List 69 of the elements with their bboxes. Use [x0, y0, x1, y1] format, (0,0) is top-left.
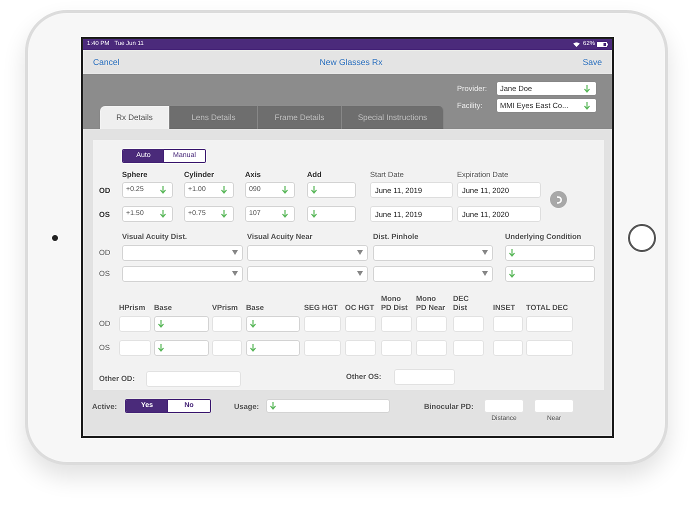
down-arrow-icon	[158, 344, 164, 352]
dropdown-triangle-icon	[357, 250, 363, 255]
dropdown-field[interactable]	[246, 340, 300, 356]
dropdown-field[interactable]	[266, 399, 390, 413]
dropdown-field[interactable]	[154, 340, 209, 356]
down-arrow-icon	[311, 186, 317, 194]
down-arrow-icon	[160, 186, 166, 194]
camera-icon	[52, 234, 58, 240]
input-field[interactable]	[526, 316, 573, 332]
down-arrow-icon	[250, 320, 256, 328]
home-button[interactable]	[628, 224, 656, 252]
down-arrow-icon	[270, 402, 276, 410]
dropdown-field[interactable]	[247, 244, 368, 260]
input-field[interactable]	[146, 370, 241, 386]
cancel-button[interactable]: Cancel	[93, 56, 120, 68]
down-arrow-icon	[584, 84, 590, 92]
down-arrow-icon	[160, 210, 166, 218]
input-field[interactable]	[394, 368, 455, 384]
down-arrow-icon	[158, 320, 164, 328]
input-field[interactable]	[416, 340, 447, 356]
input-field[interactable]	[453, 340, 484, 356]
down-arrow-icon	[311, 210, 317, 218]
input-field[interactable]	[119, 316, 151, 332]
down-arrow-icon	[509, 248, 515, 256]
input-field[interactable]	[493, 316, 523, 332]
dropdown-field[interactable]	[307, 182, 356, 198]
input-field[interactable]	[484, 399, 524, 413]
down-arrow-icon	[282, 186, 288, 194]
dropdown-triangle-icon	[232, 250, 238, 255]
input-field[interactable]	[534, 399, 574, 413]
dropdown-triangle-icon	[357, 271, 363, 276]
input-field[interactable]	[381, 316, 412, 332]
input-field[interactable]	[119, 340, 151, 356]
input-field[interactable]	[304, 316, 341, 332]
input-field[interactable]	[345, 340, 376, 356]
dropdown-field[interactable]	[505, 244, 595, 260]
input-field[interactable]	[212, 340, 242, 356]
down-arrow-icon	[584, 102, 590, 110]
dropdown-triangle-icon	[482, 271, 488, 276]
forward-button[interactable]	[550, 191, 567, 208]
input-field[interactable]	[381, 340, 412, 356]
dropdown-field[interactable]	[247, 266, 368, 282]
dropdown-field[interactable]	[505, 266, 595, 282]
input-field[interactable]	[493, 340, 523, 356]
tab[interactable]: Rx Details	[100, 106, 170, 129]
dropdown-triangle-icon	[482, 250, 488, 255]
wifi-icon	[572, 42, 580, 47]
dropdown-field[interactable]	[246, 316, 300, 332]
down-arrow-icon	[221, 186, 227, 194]
down-arrow-icon	[509, 270, 515, 278]
down-arrow-icon	[282, 210, 288, 218]
dropdown-field[interactable]	[307, 206, 356, 222]
dropdown-field[interactable]	[373, 266, 493, 282]
save-button[interactable]: Save	[582, 56, 602, 68]
input-field[interactable]	[304, 340, 341, 356]
dropdown-field[interactable]	[373, 244, 493, 260]
battery-icon	[597, 42, 608, 47]
dropdown-field[interactable]	[122, 266, 243, 282]
input-field[interactable]	[212, 316, 242, 332]
dropdown-field[interactable]	[122, 244, 243, 260]
input-field[interactable]	[345, 316, 376, 332]
down-arrow-icon	[221, 210, 227, 218]
input-field[interactable]	[416, 316, 447, 332]
screen-title: New Glasses Rx	[320, 56, 382, 68]
down-arrow-icon	[250, 344, 256, 352]
input-field[interactable]	[526, 340, 573, 356]
input-field[interactable]	[453, 316, 484, 332]
dropdown-triangle-icon	[232, 271, 238, 276]
dropdown-field[interactable]	[154, 316, 209, 332]
